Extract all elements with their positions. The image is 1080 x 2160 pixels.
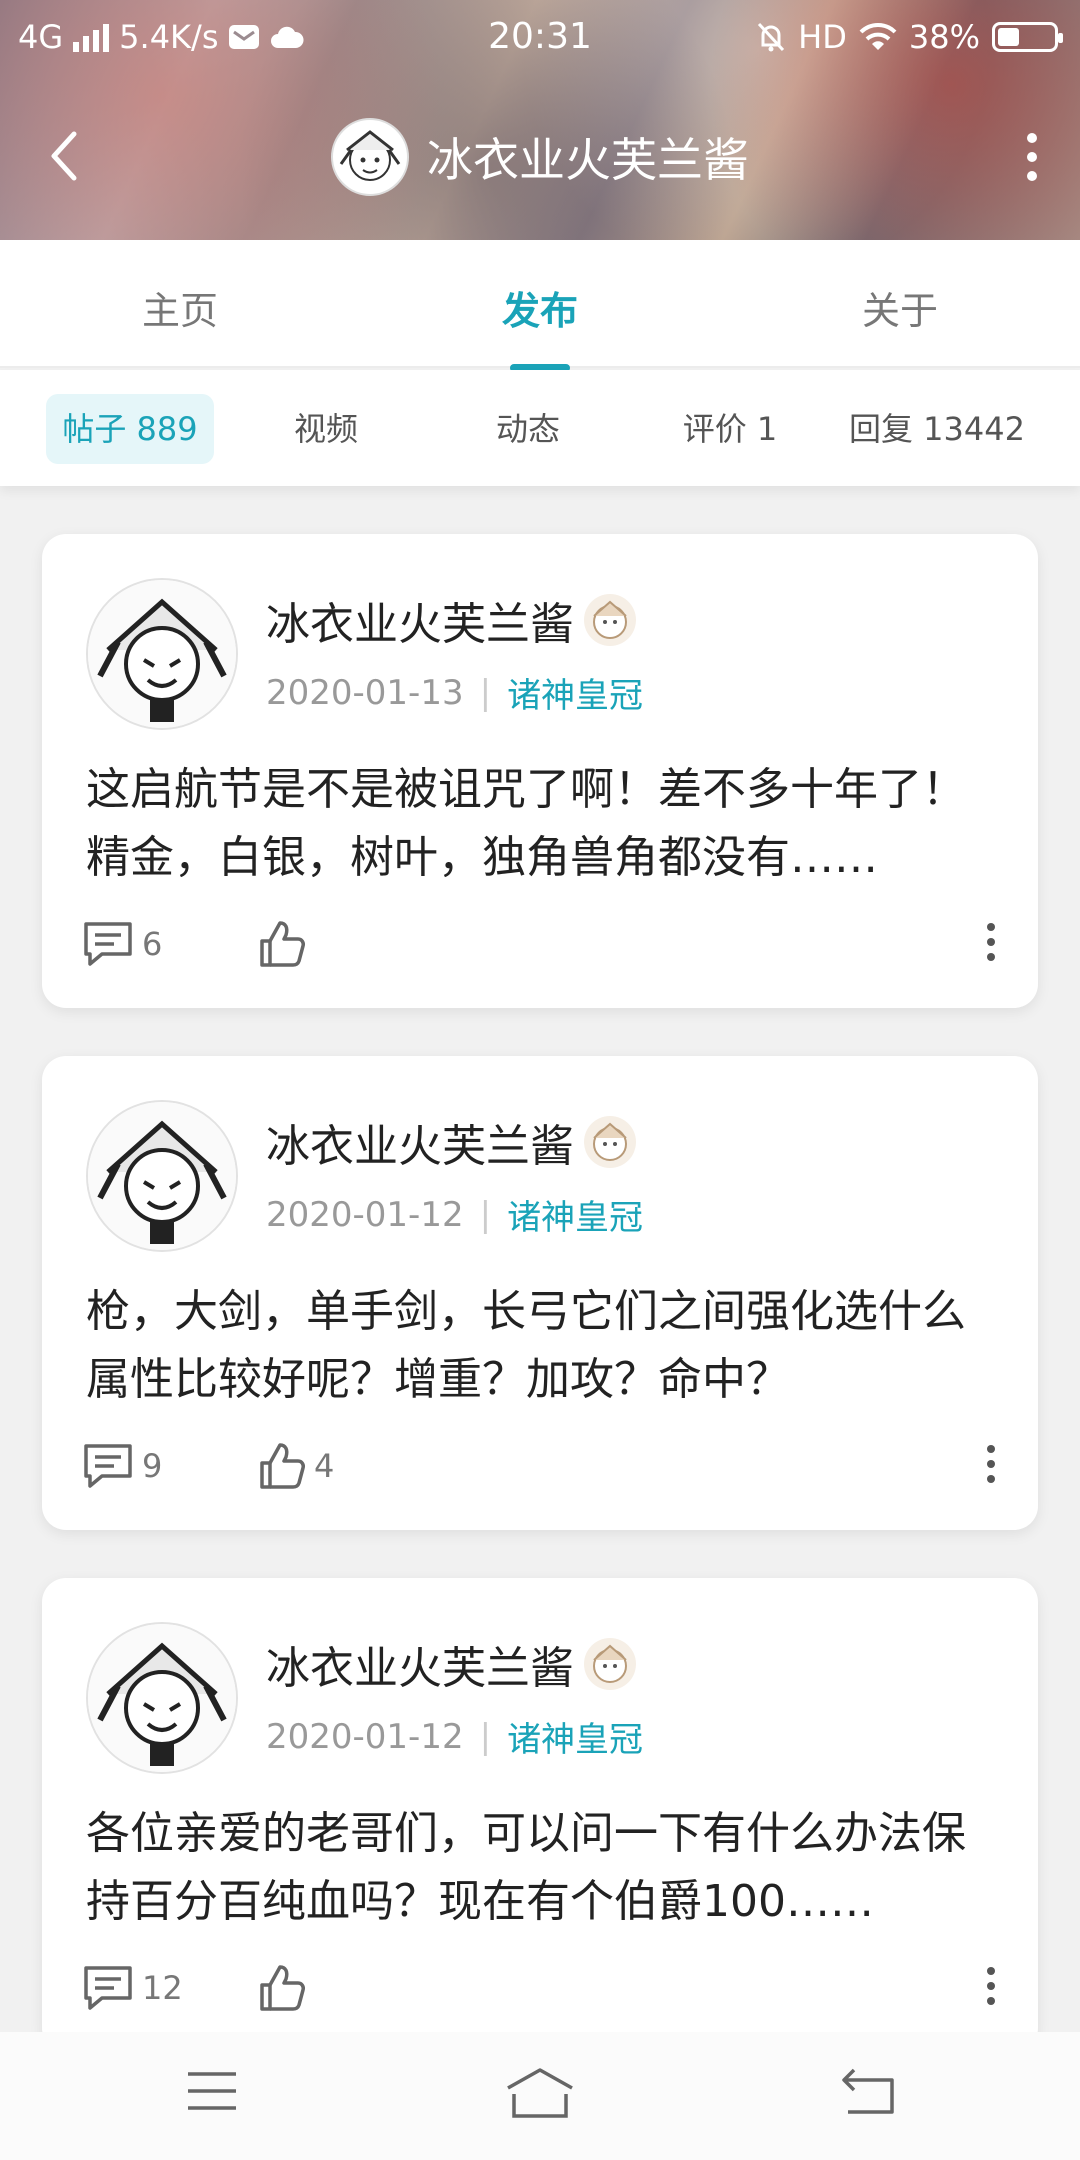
author-avatar[interactable] [86, 1100, 238, 1252]
header-title-group: 冰衣业火芙兰酱 [0, 118, 1080, 196]
post-card[interactable]: 冰衣业火芙兰酱 2020-01-12 | 诸神皇冠 枪，大剑，单手剑，长弓它们之… [42, 1056, 1038, 1530]
comment-count: 9 [142, 1447, 163, 1485]
meta-separator: | [479, 1194, 492, 1235]
author-name[interactable]: 冰衣业火芙兰酱 [266, 1632, 574, 1696]
user-badge-icon [584, 1116, 636, 1168]
comment-button[interactable]: 6 [82, 918, 258, 970]
menu-icon[interactable] [184, 2066, 240, 2116]
battery-percent: 38% [908, 18, 980, 56]
author-name[interactable]: 冰衣业火芙兰酱 [266, 1110, 574, 1174]
system-navigation-bar [0, 2032, 1080, 2160]
user-badge-icon [584, 594, 636, 646]
post-content[interactable]: 各位亲爱的老哥们，可以问一下有什么办法保持百分百纯血吗？现在有个伯爵100…… [86, 1800, 996, 1936]
page-title: 冰衣业火芙兰酱 [427, 133, 749, 187]
profile-header: 4G 5.4K/s 20:31 HD 38% 冰衣业火芙兰酱 [0, 0, 1080, 240]
home-icon[interactable] [504, 2066, 576, 2122]
author-avatar[interactable] [86, 578, 238, 730]
subtab-videos[interactable]: 视频 [256, 394, 396, 464]
hd-label: HD [798, 18, 847, 56]
tab-publish[interactable]: 发布 [440, 280, 640, 335]
comment-button[interactable]: 9 [82, 1440, 258, 1492]
post-card[interactable]: 冰衣业火芙兰酱 2020-01-13 | 诸神皇冠 这启航节是不是被诅咒了啊！差… [42, 534, 1038, 1008]
subtab-posts[interactable]: 帖子 889 [46, 394, 214, 464]
meta-separator: | [479, 672, 492, 713]
main-tab-bar: 主页 发布 关于 [0, 240, 1080, 368]
user-badge-icon [584, 1638, 636, 1690]
subtab-reviews[interactable]: 评价 1 [660, 394, 800, 464]
mute-bell-icon [758, 22, 785, 52]
comment-button[interactable]: 12 [82, 1962, 258, 2014]
comment-icon [84, 1444, 132, 1488]
header-avatar[interactable] [331, 118, 409, 196]
subtab-updates[interactable]: 动态 [458, 394, 598, 464]
author-avatar[interactable] [86, 1622, 238, 1774]
post-date: 2020-01-13 [266, 672, 464, 713]
battery-icon [992, 22, 1063, 52]
like-button[interactable]: 4 [258, 1441, 334, 1491]
back-icon[interactable] [840, 2066, 900, 2118]
tab-about[interactable]: 关于 [800, 280, 1000, 335]
sub-tab-bar: 帖子 889 视频 动态 评价 1 回复 13442 [0, 370, 1080, 486]
post-more-icon[interactable] [986, 1444, 996, 1484]
post-forum-tag[interactable]: 诸神皇冠 [507, 1190, 643, 1239]
post-date: 2020-01-12 [266, 1716, 464, 1757]
post-more-icon[interactable] [986, 922, 996, 962]
post-content[interactable]: 枪，大剑，单手剑，长弓它们之间强化选什么属性比较好呢？增重？加攻？命中？ [86, 1278, 996, 1414]
thumbs-up-icon [260, 921, 305, 967]
like-button[interactable] [258, 1963, 314, 2013]
comment-count: 6 [142, 925, 163, 963]
meta-separator: | [479, 1716, 492, 1757]
like-count: 4 [314, 1447, 335, 1485]
tab-home[interactable]: 主页 [80, 280, 280, 335]
like-button[interactable] [258, 919, 314, 969]
post-more-icon[interactable] [986, 1966, 996, 2006]
comment-count: 12 [142, 1969, 183, 2007]
comment-icon [84, 1966, 132, 2010]
subtab-replies[interactable]: 回复 13442 [842, 394, 1032, 464]
thumbs-up-icon [260, 1965, 305, 2011]
post-date: 2020-01-12 [266, 1194, 464, 1235]
thumbs-up-icon [260, 1443, 305, 1489]
comment-icon [84, 922, 132, 966]
author-name[interactable]: 冰衣业火芙兰酱 [266, 588, 574, 652]
post-forum-tag[interactable]: 诸神皇冠 [507, 1712, 643, 1761]
post-forum-tag[interactable]: 诸神皇冠 [507, 668, 643, 717]
more-vertical-icon[interactable] [1026, 132, 1038, 182]
post-content[interactable]: 这启航节是不是被诅咒了啊！差不多十年了！精金，白银，树叶，独角兽角都没有…… [86, 756, 996, 892]
status-bar: 4G 5.4K/s 20:31 HD 38% [0, 0, 1080, 76]
post-card[interactable]: 冰衣业火芙兰酱 2020-01-12 | 诸神皇冠 各位亲爱的老哥们，可以问一下… [42, 1578, 1038, 2052]
wifi-icon [859, 22, 897, 50]
